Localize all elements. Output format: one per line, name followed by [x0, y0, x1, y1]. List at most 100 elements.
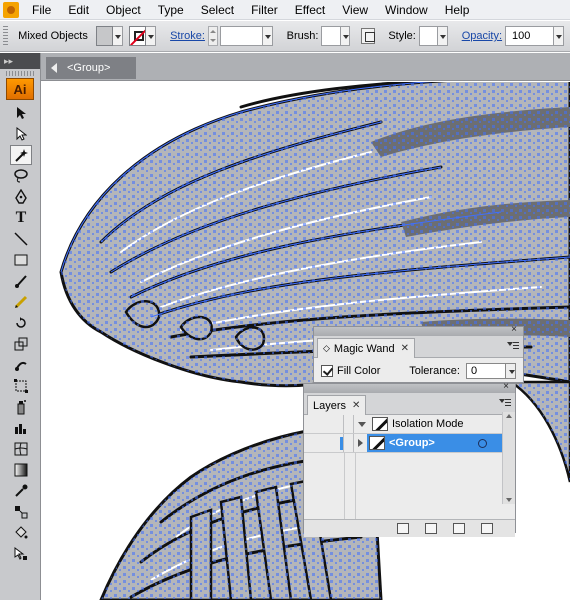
live-paint-selection-tool-icon[interactable]	[10, 544, 32, 564]
lock-toggle[interactable]	[344, 415, 354, 433]
live-paint-bucket-tool-icon[interactable]	[10, 523, 32, 543]
illustrator-logo: Ai	[6, 78, 34, 100]
layer-row-group[interactable]: <Group>	[304, 434, 503, 453]
fill-color-dropdown[interactable]	[113, 26, 123, 46]
opacity-dropdown[interactable]	[554, 26, 564, 46]
trash-icon[interactable]	[481, 523, 493, 534]
close-icon[interactable]: ✕	[401, 343, 409, 354]
isolation-group-label: <Group>	[67, 62, 111, 74]
magic-wand-panel-header[interactable]: ×	[314, 324, 523, 336]
menu-object[interactable]: Object	[97, 0, 149, 20]
brush-dropdown[interactable]	[340, 26, 351, 46]
pencil-tool-icon[interactable]	[10, 292, 32, 312]
make-clipping-mask-icon[interactable]	[397, 523, 409, 534]
magic-wand-tool-icon[interactable]	[10, 145, 32, 165]
opacity-input[interactable]: 100	[505, 26, 555, 46]
graphic-style-dropdown[interactable]	[438, 26, 448, 46]
tolerance-input[interactable]: 0	[466, 363, 506, 379]
control-bar-grip[interactable]	[3, 26, 9, 46]
direct-selection-tool-icon[interactable]	[10, 124, 32, 144]
eyedropper-tool-icon[interactable]	[10, 481, 32, 501]
brush-label: Brush:	[286, 30, 319, 42]
lasso-tool-icon[interactable]	[10, 166, 32, 186]
style-label: Style:	[388, 30, 416, 42]
panel-options-icon[interactable]: ◇	[323, 343, 330, 354]
tab-layers[interactable]: Layers ✕	[307, 395, 367, 415]
layers-scrollbar[interactable]	[502, 412, 515, 504]
layer-row-isolation-mode[interactable]: Isolation Mode	[304, 415, 503, 434]
stroke-weight-dropdown[interactable]	[263, 26, 273, 46]
stroke-color-swatch[interactable]	[128, 26, 147, 46]
symbol-sprayer-tool-icon[interactable]	[10, 397, 32, 417]
back-arrow-icon[interactable]	[51, 63, 57, 73]
layer-name: Isolation Mode	[392, 418, 464, 430]
stroke-weight-input[interactable]	[219, 26, 264, 46]
menu-bar: File Edit Object Type Select Filter Effe…	[0, 0, 570, 20]
layers-panel-header[interactable]: ×	[304, 381, 515, 393]
menu-file[interactable]: File	[23, 0, 59, 20]
new-sublayer-icon[interactable]	[425, 523, 437, 534]
scale-tool-icon[interactable]	[10, 334, 32, 354]
magic-wand-panel-menu-icon[interactable]	[507, 342, 519, 352]
close-icon[interactable]: ✕	[352, 400, 360, 411]
menu-view[interactable]: View	[333, 0, 376, 20]
transform-icon[interactable]	[361, 28, 376, 44]
line-segment-tool-icon[interactable]	[10, 229, 32, 249]
isolation-breadcrumb[interactable]: <Group>	[46, 57, 136, 79]
tools-collapse-icon[interactable]: ▸▸	[0, 53, 40, 69]
menu-effect[interactable]: Effect	[286, 0, 333, 20]
stroke-color-dropdown[interactable]	[146, 26, 157, 46]
target-icon[interactable]	[478, 438, 487, 448]
fill-color-label: Fill Color	[337, 365, 381, 377]
layers-panel-close-icon[interactable]: ×	[503, 381, 509, 392]
stroke-panel-link[interactable]: Stroke:	[170, 30, 205, 42]
collapse-triangle-icon[interactable]	[358, 421, 366, 427]
blend-tool-icon[interactable]	[10, 502, 32, 522]
layers-empty-area	[304, 453, 503, 519]
tolerance-dropdown[interactable]	[506, 363, 516, 379]
layers-list: Isolation Mode <Group>	[304, 415, 503, 519]
magic-wand-panel-close-icon[interactable]: ×	[511, 324, 517, 335]
layers-panel-menu-icon[interactable]	[499, 399, 511, 409]
fill-color-checkbox[interactable]	[321, 365, 333, 377]
rotate-tool-icon[interactable]	[10, 313, 32, 333]
new-layer-icon[interactable]	[453, 523, 465, 534]
rectangle-tool-icon[interactable]	[10, 250, 32, 270]
layers-tab-row: Layers ✕	[304, 393, 515, 415]
layer-thumbnail	[369, 436, 385, 450]
menu-filter[interactable]: Filter	[242, 0, 286, 20]
graphic-style-field[interactable]	[418, 26, 439, 46]
brush-definition-field[interactable]	[321, 26, 341, 46]
layer-name: <Group>	[389, 437, 435, 449]
fill-color-swatch[interactable]	[95, 26, 114, 46]
stroke-weight-stepper[interactable]	[207, 26, 218, 46]
visibility-toggle[interactable]	[304, 415, 344, 433]
pen-tool-icon[interactable]	[10, 187, 32, 207]
warp-tool-icon[interactable]	[10, 355, 32, 375]
opacity-panel-link[interactable]: Opacity:	[462, 30, 502, 42]
menu-help[interactable]: Help	[436, 0, 478, 20]
menu-edit[interactable]: Edit	[59, 0, 97, 20]
paintbrush-tool-icon[interactable]	[10, 271, 32, 291]
mesh-tool-icon[interactable]	[10, 439, 32, 459]
free-transform-tool-icon[interactable]	[10, 376, 32, 396]
menu-select[interactable]: Select	[192, 0, 242, 20]
lock-toggle[interactable]	[344, 434, 354, 452]
menu-window[interactable]: Window	[376, 0, 436, 20]
column-graph-tool-icon[interactable]	[10, 418, 32, 438]
layers-panel-footer	[304, 519, 515, 537]
menu-type[interactable]: Type	[149, 0, 192, 20]
tools-panel-grip[interactable]	[6, 71, 34, 76]
gradient-tool-icon[interactable]	[10, 460, 32, 480]
tab-magic-wand[interactable]: ◇ Magic Wand ✕	[317, 338, 416, 358]
expand-triangle-icon[interactable]	[358, 439, 363, 447]
selection-tool-icon[interactable]	[10, 103, 32, 123]
type-tool-icon[interactable]: T	[10, 208, 32, 228]
visibility-toggle[interactable]	[304, 434, 344, 452]
layers-tab-label: Layers	[313, 399, 347, 412]
illustrator-app-icon[interactable]	[3, 1, 19, 18]
control-bar: Mixed Objects Stroke: Brush: Style: Opac…	[0, 21, 570, 52]
tools-panel: ▸▸ Ai T	[0, 53, 41, 600]
magic-wand-tab-label: Magic Wand	[333, 342, 395, 355]
layer-name-selected[interactable]: <Group>	[367, 434, 503, 452]
